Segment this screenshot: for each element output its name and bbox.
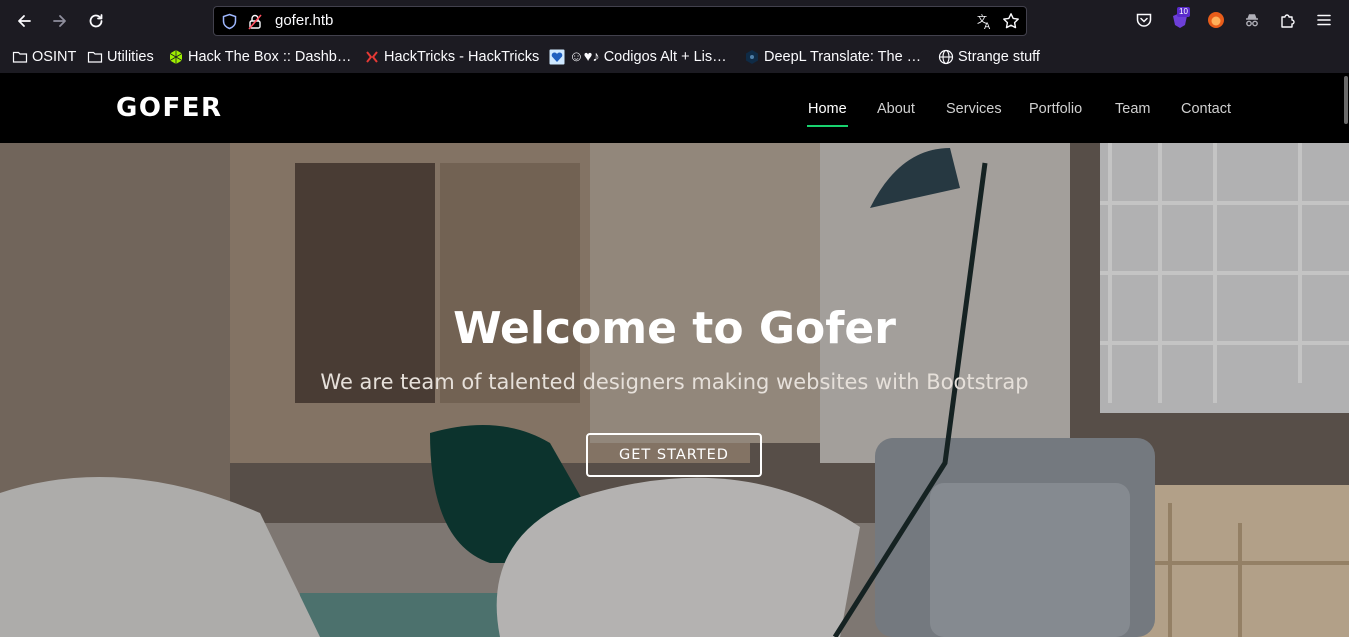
nav-contact[interactable]: Contact — [1181, 101, 1231, 117]
reload-button[interactable] — [82, 7, 110, 35]
pocket-icon — [1136, 13, 1152, 27]
app-menu-button[interactable] — [1314, 10, 1334, 30]
bookmark-label: Utilities — [107, 49, 154, 65]
translate-icon[interactable]: 文A — [976, 12, 994, 30]
extension-badge: 10 — [1177, 7, 1190, 17]
bookmark-deepl[interactable]: DeepL Translate: The … — [744, 47, 921, 67]
puzzle-icon — [1281, 14, 1295, 28]
arrow-right-icon — [53, 15, 66, 27]
bookmark-label: DeepL Translate: The … — [764, 49, 922, 65]
folder-icon — [87, 49, 103, 65]
star-bookmark-icon[interactable] — [1002, 12, 1020, 30]
shield-icon[interactable] — [221, 13, 238, 30]
globe-icon — [938, 49, 954, 65]
incognito-extension-button[interactable] — [1242, 10, 1262, 30]
hero-section: Welcome to Gofer We are team of talented… — [0, 143, 1349, 637]
bookmark-label: HackTricks - HackTricks — [384, 49, 540, 65]
spy-icon — [1246, 14, 1258, 27]
bookmark-label: Strange stuff — [958, 49, 1040, 65]
active-nav-indicator — [807, 125, 848, 127]
bookmark-label: ☺♥♪ Codigos Alt + Lis… — [569, 49, 727, 65]
page-viewport: GOFER Home About Services Portfolio Team… — [0, 73, 1349, 637]
pocket-button[interactable] — [1134, 10, 1154, 30]
fox-extension-button[interactable] — [1206, 10, 1226, 30]
get-started-button[interactable]: GET STARTED — [586, 433, 762, 477]
lock-insecure-icon[interactable] — [247, 13, 263, 30]
fox-icon — [1208, 12, 1224, 28]
nav-team[interactable]: Team — [1115, 101, 1150, 117]
nav-home[interactable]: Home — [808, 101, 847, 117]
page-scrollbar[interactable] — [1344, 76, 1348, 124]
nav-about[interactable]: About — [877, 101, 915, 117]
bookmarks-toolbar: OSINT Utilities Hack The Box :: Dashb… H… — [0, 42, 1349, 73]
extensions-button[interactable] — [1278, 10, 1298, 30]
bookmark-utilities[interactable]: Utilities — [87, 47, 154, 67]
nav-portfolio[interactable]: Portfolio — [1029, 101, 1082, 117]
site-logo[interactable]: GOFER — [116, 93, 223, 123]
browser-toolbar: gofer.htb 文A 10 — [0, 0, 1349, 42]
nav-services[interactable]: Services — [946, 101, 1002, 117]
heart-icon — [549, 49, 565, 65]
hero-subtitle: We are team of talented designers making… — [320, 370, 1029, 394]
bookmark-strange-stuff[interactable]: Strange stuff — [938, 47, 1040, 67]
bookmark-label: Hack The Box :: Dashb… — [188, 49, 352, 65]
site-header: GOFER Home About Services Portfolio Team… — [0, 73, 1349, 143]
bookmark-label: OSINT — [32, 49, 77, 65]
bookmark-codigos-alt[interactable]: ☺♥♪ Codigos Alt + Lis… — [549, 47, 727, 67]
url-text[interactable]: gofer.htb — [275, 12, 333, 29]
hackthebox-icon — [168, 49, 184, 65]
hacktricks-icon — [364, 49, 380, 65]
bookmark-hacktricks[interactable]: HackTricks - HackTricks — [364, 47, 539, 67]
back-button[interactable] — [10, 7, 38, 35]
bookmark-osint[interactable]: OSINT — [12, 47, 76, 67]
forward-button[interactable] — [46, 7, 74, 35]
folder-icon — [12, 49, 28, 65]
hero-title: Welcome to Gofer — [453, 303, 896, 354]
deepl-icon — [744, 49, 760, 65]
svg-text:A: A — [984, 22, 991, 30]
hamburger-icon — [1317, 14, 1331, 26]
arrow-left-icon — [18, 15, 31, 27]
bookmark-hackthebox[interactable]: Hack The Box :: Dashb… — [168, 47, 351, 67]
address-bar[interactable]: gofer.htb 文A — [213, 6, 1027, 36]
reload-icon — [89, 14, 103, 28]
